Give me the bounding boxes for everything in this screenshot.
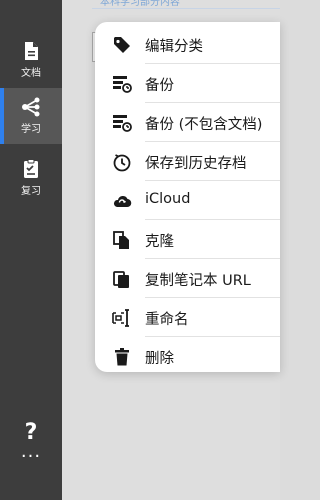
- backup-icon: [113, 76, 132, 93]
- menu-item-label: 重命名: [145, 312, 189, 328]
- notebook-title: 本科学习部分内容: [100, 0, 180, 8]
- sidebar-item-docs[interactable]: 文档: [0, 32, 62, 88]
- menu-item-edit-category[interactable]: 编辑分类: [95, 25, 280, 64]
- sidebar-item-label: 复习: [21, 186, 41, 197]
- menu-item-backup[interactable]: 备份: [95, 64, 280, 103]
- menu-item-label: 复制笔记本 URL: [145, 273, 251, 289]
- menu-item-label: 备份 (不包含文档): [145, 117, 263, 133]
- menu-item-label: 克隆: [145, 234, 174, 250]
- menu-item-label: iCloud: [145, 191, 191, 207]
- trash-icon: [115, 348, 129, 366]
- header-divider: [92, 8, 280, 9]
- menu-item-label: 删除: [145, 351, 174, 367]
- menu-item-copy-url[interactable]: 复制笔记本 URL: [95, 259, 280, 298]
- menu-item-label: 编辑分类: [145, 39, 203, 55]
- menu-item-backup-no-docs[interactable]: 备份 (不包含文档): [95, 103, 280, 142]
- backup-no-docs-icon: [113, 115, 132, 132]
- clipboard-check-icon: [24, 159, 38, 178]
- sidebar-item-label: 文档: [21, 68, 41, 79]
- menu-item-save-history[interactable]: 保存到历史存档: [95, 142, 280, 181]
- clone-icon: [113, 231, 129, 249]
- menu-item-label: 保存到历史存档: [145, 156, 247, 172]
- menu-item-label: 备份: [145, 78, 174, 94]
- share-tree-icon: [22, 97, 40, 117]
- menu-item-clone[interactable]: 克隆: [95, 220, 280, 259]
- menu-item-icloud[interactable]: iCloud: [95, 181, 280, 220]
- more-button[interactable]: ···: [0, 446, 62, 467]
- menu-item-rename[interactable]: 重命名: [95, 298, 280, 337]
- rename-icon: [112, 309, 129, 327]
- sidebar: 文档 学习 复习 ? ···: [0, 0, 62, 500]
- header-more-button[interactable]: ···: [222, 0, 238, 6]
- sidebar-item-learn[interactable]: 学习: [0, 88, 62, 144]
- menu-item-delete[interactable]: 删除: [95, 337, 280, 376]
- sidebar-item-review[interactable]: 复习: [0, 150, 62, 206]
- icloud-icon: [113, 195, 132, 208]
- help-button[interactable]: ?: [0, 420, 62, 445]
- history-clock-icon: [113, 154, 131, 172]
- tag-icon: [114, 37, 130, 53]
- sidebar-item-label: 学习: [21, 124, 41, 135]
- notebook-actions-menu: 编辑分类 备份 备份 (不包含文档) 保存到历史存档 iCloud 克隆 复制笔…: [95, 22, 280, 372]
- copy-url-icon: [113, 271, 129, 288]
- document-icon: [25, 42, 38, 60]
